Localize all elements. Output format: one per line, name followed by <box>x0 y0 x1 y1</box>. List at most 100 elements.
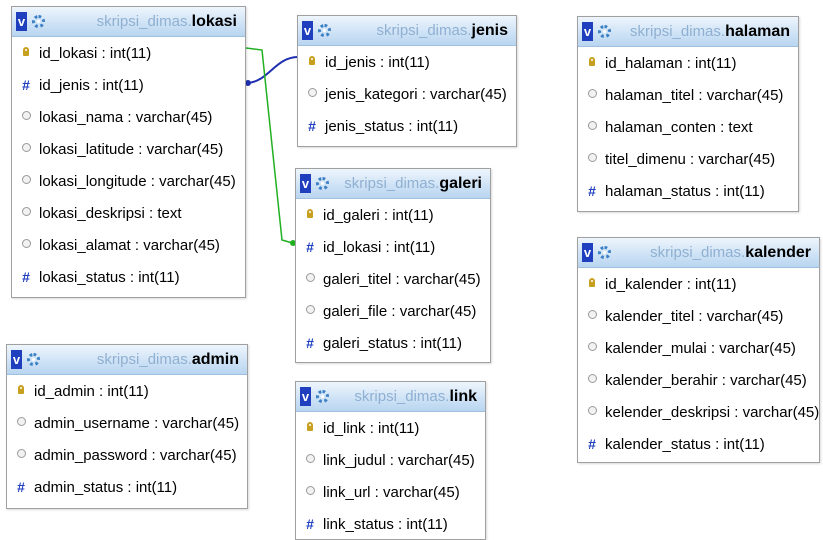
table-jenis[interactable]: v skripsi_dimas. jenis id_jenis : int(11… <box>297 15 517 147</box>
table-header[interactable]: v skripsi_dimas. admin <box>7 345 247 375</box>
field-label: admin_password : varchar(45) <box>34 446 237 464</box>
field-row[interactable]: # kalender_status : int(11) <box>578 428 819 460</box>
column-icon <box>18 111 34 123</box>
gear-icon[interactable] <box>598 25 611 38</box>
gear-icon[interactable] <box>316 390 329 403</box>
field-row[interactable]: admin_username : varchar(45) <box>7 407 247 439</box>
v-icon[interactable]: v <box>11 350 22 369</box>
column-icon <box>584 342 600 354</box>
schema-name: skripsi_dimas. <box>96 351 192 368</box>
field-label: id_jenis : int(11) <box>325 53 430 71</box>
field-label: id_admin : int(11) <box>34 382 149 400</box>
field-row[interactable]: link_judul : varchar(45) <box>296 444 485 476</box>
hash-icon: # <box>22 269 30 285</box>
field-label: id_galeri : int(11) <box>323 206 434 224</box>
table-halaman[interactable]: v skripsi_dimas. halaman id_halaman : in… <box>577 16 799 212</box>
table-name: link <box>449 387 477 405</box>
table-header[interactable]: v skripsi_dimas. lokasi <box>12 7 245 37</box>
field-label: kalender_mulai : varchar(45) <box>605 339 796 357</box>
field-label: jenis_status : int(11) <box>325 117 459 135</box>
field-row[interactable]: # lokasi_status : int(11) <box>12 261 245 293</box>
field-label: lokasi_deskripsi : text <box>39 204 182 222</box>
field-label: lokasi_status : int(11) <box>39 268 180 286</box>
gear-icon[interactable] <box>598 246 611 259</box>
v-icon[interactable]: v <box>582 22 593 41</box>
gear-icon[interactable] <box>27 353 40 366</box>
field-label: lokasi_alamat : varchar(45) <box>39 236 220 254</box>
field-label: galeri_titel : varchar(45) <box>323 270 481 288</box>
field-row[interactable]: # halaman_status : int(11) <box>578 175 798 207</box>
field-label: admin_status : int(11) <box>34 478 178 496</box>
field-row[interactable]: galeri_file : varchar(45) <box>296 295 490 327</box>
field-row[interactable]: halaman_conten : text <box>578 111 798 143</box>
schema-name: skripsi_dimas. <box>376 22 472 39</box>
field-row[interactable]: halaman_titel : varchar(45) <box>578 79 798 111</box>
gear-icon[interactable] <box>32 15 45 28</box>
key-icon <box>302 209 318 221</box>
field-row[interactable]: jenis_kategori : varchar(45) <box>298 78 516 110</box>
table-header[interactable]: v skripsi_dimas. kalender <box>578 238 819 268</box>
field-row[interactable]: lokasi_nama : varchar(45) <box>12 101 245 133</box>
field-row[interactable]: kalender_berahir : varchar(45) <box>578 364 819 396</box>
field-row[interactable]: lokasi_deskripsi : text <box>12 197 245 229</box>
field-row[interactable]: lokasi_latitude : varchar(45) <box>12 133 245 165</box>
field-row[interactable]: # id_jenis : int(11) <box>12 69 245 101</box>
v-icon[interactable]: v <box>16 12 27 31</box>
field-row[interactable]: id_admin : int(11) <box>7 375 247 407</box>
field-row[interactable]: # link_status : int(11) <box>296 508 485 540</box>
field-row[interactable]: id_kalender : int(11) <box>578 268 819 300</box>
field-label: jenis_kategori : varchar(45) <box>325 85 507 103</box>
field-row[interactable]: id_halaman : int(11) <box>578 47 798 79</box>
table-name: lokasi <box>191 12 237 30</box>
field-row[interactable]: # jenis_status : int(11) <box>298 110 516 142</box>
table-name: admin <box>191 350 239 368</box>
field-row[interactable]: # id_lokasi : int(11) <box>296 231 490 263</box>
table-kalender[interactable]: v skripsi_dimas. kalender id_kalender : … <box>577 237 820 463</box>
field-row[interactable]: id_jenis : int(11) <box>298 46 516 78</box>
key-icon <box>304 56 320 68</box>
table-header[interactable]: v skripsi_dimas. galeri <box>296 169 490 199</box>
field-row[interactable]: id_link : int(11) <box>296 412 485 444</box>
hash-icon: # <box>588 183 596 199</box>
field-label: halaman_status : int(11) <box>605 182 765 200</box>
table-link[interactable]: v skripsi_dimas. link id_link : int(11) … <box>295 381 486 540</box>
field-row[interactable]: id_lokasi : int(11) <box>12 37 245 69</box>
field-label: id_halaman : int(11) <box>605 54 737 72</box>
field-row[interactable]: titel_dimenu : varchar(45) <box>578 143 798 175</box>
gear-icon[interactable] <box>318 24 331 37</box>
field-row[interactable]: lokasi_alamat : varchar(45) <box>12 229 245 261</box>
field-row[interactable]: kalender_mulai : varchar(45) <box>578 332 819 364</box>
table-galeri[interactable]: v skripsi_dimas. galeri id_galeri : int(… <box>295 168 491 363</box>
column-icon <box>13 449 29 461</box>
field-row[interactable]: kelender_deskripsi : varchar(45) <box>578 396 819 428</box>
column-icon <box>13 417 29 429</box>
field-label: lokasi_latitude : varchar(45) <box>39 140 224 158</box>
table-header[interactable]: v skripsi_dimas. link <box>296 382 485 412</box>
field-row[interactable]: admin_password : varchar(45) <box>7 439 247 471</box>
gear-icon[interactable] <box>316 177 329 190</box>
hash-icon: # <box>306 239 314 255</box>
v-icon[interactable]: v <box>300 387 311 406</box>
column-icon <box>18 239 34 251</box>
field-row[interactable]: link_url : varchar(45) <box>296 476 485 508</box>
table-lokasi[interactable]: v skripsi_dimas. lokasi id_lokasi : int(… <box>11 6 246 298</box>
field-row[interactable]: galeri_titel : varchar(45) <box>296 263 490 295</box>
hash-icon: # <box>308 118 316 134</box>
field-row[interactable]: kalender_titel : varchar(45) <box>578 300 819 332</box>
column-icon <box>302 305 318 317</box>
table-header[interactable]: v skripsi_dimas. jenis <box>298 16 516 46</box>
hash-icon: # <box>306 516 314 532</box>
field-row[interactable]: id_galeri : int(11) <box>296 199 490 231</box>
field-label: lokasi_longitude : varchar(45) <box>39 172 236 190</box>
table-admin[interactable]: v skripsi_dimas. admin id_admin : int(11… <box>6 344 248 509</box>
column-icon <box>584 153 600 165</box>
field-row[interactable]: lokasi_longitude : varchar(45) <box>12 165 245 197</box>
table-header[interactable]: v skripsi_dimas. halaman <box>578 17 798 47</box>
v-icon[interactable]: v <box>300 174 311 193</box>
v-icon[interactable]: v <box>582 243 593 262</box>
schema-name: skripsi_dimas. <box>96 13 192 30</box>
v-icon[interactable]: v <box>302 21 313 40</box>
field-row[interactable]: # admin_status : int(11) <box>7 471 247 503</box>
schema-name: skripsi_dimas. <box>630 23 726 40</box>
field-row[interactable]: # galeri_status : int(11) <box>296 327 490 359</box>
